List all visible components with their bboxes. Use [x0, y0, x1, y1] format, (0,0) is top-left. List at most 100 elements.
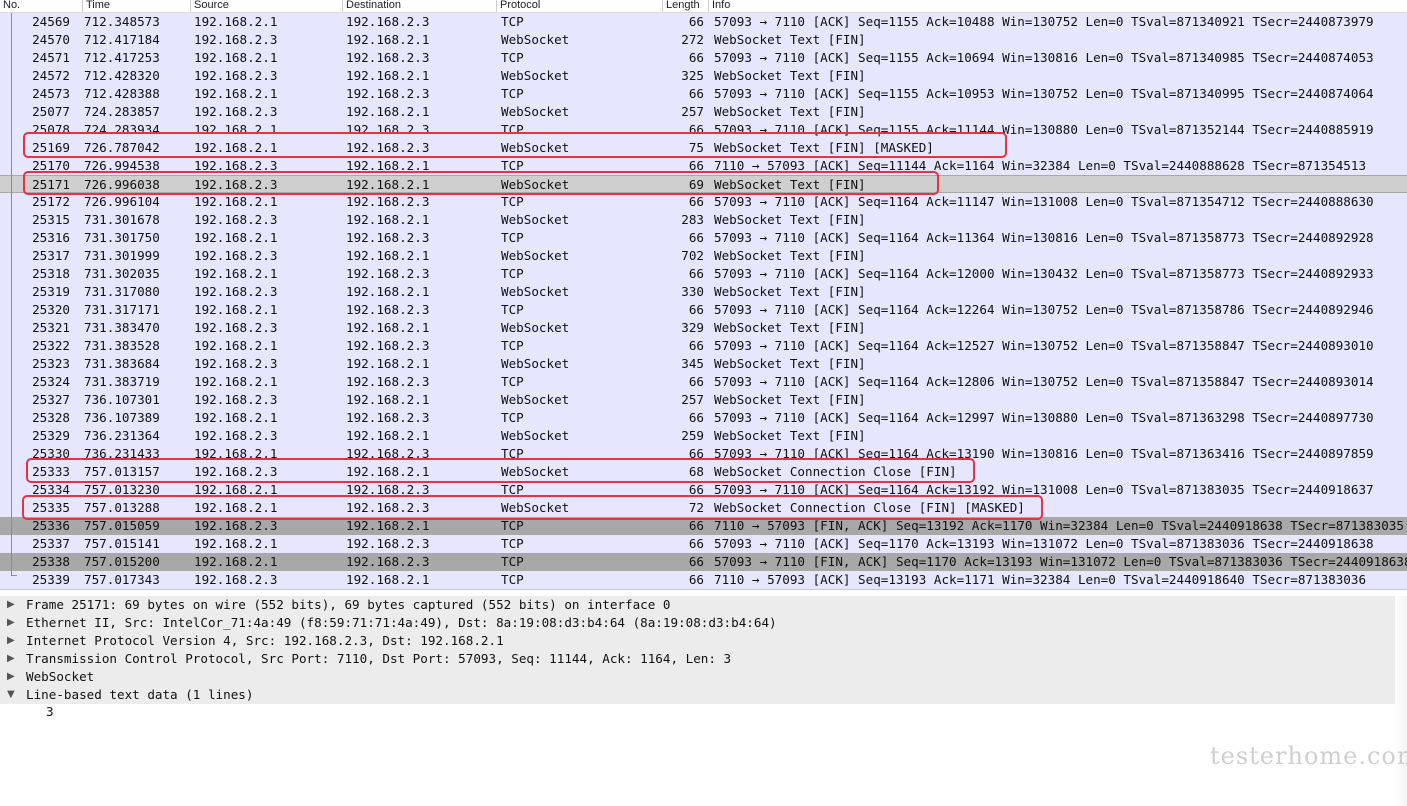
collapsed-arrow-icon[interactable]: ▶ — [7, 597, 15, 613]
packet-time: 736.107301 — [84, 392, 160, 407]
packet-no: 25316 — [32, 230, 70, 245]
packet-time: 731.301678 — [84, 212, 160, 227]
packet-destination: 192.168.2.1 — [346, 320, 430, 335]
packet-time: 757.015059 — [84, 518, 160, 533]
watermark: testerhome.com — [1210, 742, 1407, 770]
detail-tree-item[interactable]: ▶ Ethernet II, Src: IntelCor_71:4a:49 (f8… — [0, 614, 1407, 632]
packet-info: 7110 → 57093 [FIN, ACK] Seq=13192 Ack=11… — [714, 518, 1404, 533]
packet-no: 24570 — [32, 32, 70, 47]
packet-time: 724.283857 — [84, 104, 160, 119]
packet-info: WebSocket Text [FIN] — [714, 32, 866, 47]
packet-row-25077[interactable]: 25077 724.283857 192.168.2.3 192.168.2.1 Web… — [0, 103, 1407, 121]
packet-info: WebSocket Text [FIN] — [714, 104, 866, 119]
packet-no: 25336 — [32, 518, 70, 533]
collapsed-arrow-icon[interactable]: ▶ — [7, 633, 15, 649]
packet-time: 731.301750 — [84, 230, 160, 245]
packet-row-25315[interactable]: 25315 731.301678 192.168.2.3 192.168.2.1 Web… — [0, 211, 1407, 229]
packet-row-25319[interactable]: 25319 731.317080 192.168.2.3 192.168.2.1 Web… — [0, 283, 1407, 301]
packet-info: 57093 → 7110 [ACK] Seq=1155 Ack=10488 Wi… — [714, 14, 1374, 29]
packet-row-24570[interactable]: 24570 712.417184 192.168.2.3 192.168.2.1 Web… — [0, 31, 1407, 49]
packet-row-25329[interactable]: 25329 736.231364 192.168.2.3 192.168.2.1 Web… — [0, 427, 1407, 445]
packet-no: 25338 — [32, 554, 70, 569]
packet-row-25322[interactable]: 25322 731.383528 192.168.2.1 192.168.2.3 TCP… — [0, 337, 1407, 355]
packet-source: 192.168.2.1 — [194, 14, 278, 29]
packet-details-pane[interactable]: 3 ▶ Frame 25171: 69 bytes on wire (552 bi… — [0, 596, 1407, 806]
packet-destination: 192.168.2.1 — [346, 572, 430, 587]
column-header-time[interactable]: Time — [82, 0, 190, 12]
packet-row-25172[interactable]: 25172 726.996104 192.168.2.1 192.168.2.3 TCP… — [0, 193, 1407, 211]
column-header-no[interactable]: No. — [0, 0, 82, 12]
packet-source: 192.168.2.3 — [194, 284, 278, 299]
packet-row-25339[interactable]: 25339 757.017343 192.168.2.3 192.168.2.1 TCP… — [0, 571, 1407, 589]
column-header-info[interactable]: Info — [708, 0, 1407, 12]
packet-time: 731.383528 — [84, 338, 160, 353]
packet-row-25337[interactable]: 25337 757.015141 192.168.2.1 192.168.2.3 TCP… — [0, 535, 1407, 553]
collapsed-arrow-icon[interactable]: ▶ — [7, 669, 15, 685]
packet-no: 25318 — [32, 266, 70, 281]
packet-protocol: TCP — [501, 554, 524, 569]
packet-info: 57093 → 7110 [FIN, ACK] Seq=1170 Ack=131… — [714, 554, 1407, 569]
packet-destination: 192.168.2.1 — [346, 284, 430, 299]
conversation-bracket-line — [11, 13, 12, 576]
packet-info: WebSocket Text [FIN] — [714, 320, 866, 335]
packet-row-25338[interactable]: 25338 757.015200 192.168.2.1 192.168.2.3 TCP… — [0, 553, 1407, 571]
packet-row-24573[interactable]: 24573 712.428388 192.168.2.1 192.168.2.3 TCP… — [0, 85, 1407, 103]
annotation-box-25335 — [22, 495, 1043, 520]
expanded-arrow-icon[interactable]: ▼ — [7, 687, 15, 703]
packet-length: 325 — [681, 68, 704, 83]
detail-tree-item[interactable]: ▶ WebSocket — [0, 668, 1407, 686]
packet-row-25320[interactable]: 25320 731.317171 192.168.2.1 192.168.2.3 TCP… — [0, 301, 1407, 319]
packet-protocol: TCP — [501, 266, 524, 281]
packet-destination: 192.168.2.3 — [346, 302, 430, 317]
collapsed-arrow-icon[interactable]: ▶ — [7, 615, 15, 631]
packet-source: 192.168.2.1 — [194, 86, 278, 101]
packet-info: 57093 → 7110 [ACK] Seq=1164 Ack=12264 Wi… — [714, 302, 1374, 317]
packet-protocol: TCP — [501, 194, 524, 209]
packet-row-25323[interactable]: 25323 731.383684 192.168.2.3 192.168.2.1 Web… — [0, 355, 1407, 373]
packet-source: 192.168.2.3 — [194, 320, 278, 335]
packet-destination: 192.168.2.3 — [346, 230, 430, 245]
packet-row-25318[interactable]: 25318 731.302035 192.168.2.1 192.168.2.3 TCP… — [0, 265, 1407, 283]
packet-protocol: TCP — [501, 536, 524, 551]
packet-info: WebSocket Text [FIN] — [714, 284, 866, 299]
packet-destination: 192.168.2.3 — [346, 194, 430, 209]
packet-no: 25321 — [32, 320, 70, 335]
packet-length: 257 — [681, 392, 704, 407]
packet-row-25324[interactable]: 25324 731.383719 192.168.2.1 192.168.2.3 TCP… — [0, 373, 1407, 391]
packet-row-24569[interactable]: 24569 712.348573 192.168.2.1 192.168.2.3 TCP… — [0, 13, 1407, 31]
packet-source: 192.168.2.1 — [194, 554, 278, 569]
detail-tree-item[interactable]: ▼ Line-based text data (1 lines) — [0, 686, 1407, 704]
packet-no: 25324 — [32, 374, 70, 389]
packet-row-25316[interactable]: 25316 731.301750 192.168.2.1 192.168.2.3 TCP… — [0, 229, 1407, 247]
column-header-protocol[interactable]: Protocol — [496, 0, 662, 12]
packet-row-24572[interactable]: 24572 712.428320 192.168.2.3 192.168.2.1 Web… — [0, 67, 1407, 85]
column-header-destination[interactable]: Destination — [342, 0, 496, 12]
detail-tree-item[interactable]: ▶ Frame 25171: 69 bytes on wire (552 bits… — [0, 596, 1407, 614]
payload-text-line[interactable]: 3 — [46, 704, 54, 719]
packet-destination: 192.168.2.1 — [346, 428, 430, 443]
packet-source: 192.168.2.3 — [194, 248, 278, 263]
packet-length: 345 — [681, 356, 704, 371]
packet-source: 192.168.2.3 — [194, 68, 278, 83]
packet-row-25317[interactable]: 25317 731.301999 192.168.2.3 192.168.2.1 Web… — [0, 247, 1407, 265]
packet-source: 192.168.2.3 — [194, 32, 278, 47]
packet-row-24571[interactable]: 24571 712.417253 192.168.2.1 192.168.2.3 TCP… — [0, 49, 1407, 67]
detail-tree-item[interactable]: ▶ Internet Protocol Version 4, Src: 192.1… — [0, 632, 1407, 650]
packet-row-25321[interactable]: 25321 731.383470 192.168.2.3 192.168.2.1 Web… — [0, 319, 1407, 337]
detail-tree-item[interactable]: ▶ Transmission Control Protocol, Src Port… — [0, 650, 1407, 668]
packet-protocol: TCP — [501, 572, 524, 587]
packet-time: 731.383684 — [84, 356, 160, 371]
packet-protocol: TCP — [501, 338, 524, 353]
packet-source: 192.168.2.3 — [194, 104, 278, 119]
packet-row-25327[interactable]: 25327 736.107301 192.168.2.3 192.168.2.1 Web… — [0, 391, 1407, 409]
packet-source: 192.168.2.3 — [194, 212, 278, 227]
pane-divider[interactable] — [0, 589, 1407, 590]
packet-source: 192.168.2.1 — [194, 302, 278, 317]
packet-protocol: WebSocket — [501, 104, 570, 119]
collapsed-arrow-icon[interactable]: ▶ — [7, 651, 15, 667]
column-header-length[interactable]: Length — [662, 0, 708, 12]
column-header-source[interactable]: Source — [190, 0, 342, 12]
packet-source: 192.168.2.1 — [194, 194, 278, 209]
packet-row-25328[interactable]: 25328 736.107389 192.168.2.1 192.168.2.3 TCP… — [0, 409, 1407, 427]
packet-no: 25172 — [32, 194, 70, 209]
